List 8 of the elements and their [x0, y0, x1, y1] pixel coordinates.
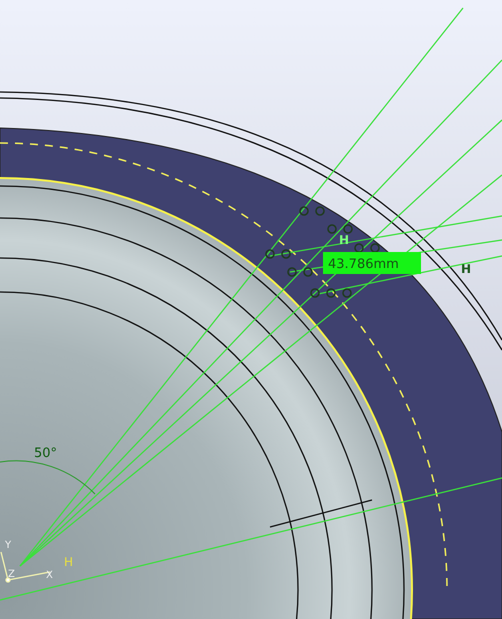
- axis-triad-drawing: [0, 552, 50, 583]
- axis-label: X: [46, 570, 53, 581]
- dimension-tag[interactable]: 43.786mm: [323, 252, 421, 274]
- angle-dimension[interactable]: 50°: [34, 446, 58, 461]
- axis-label: Y: [5, 540, 12, 551]
- horizontal-constraint-label: H: [461, 262, 472, 276]
- axis-label: Z: [8, 569, 15, 580]
- horizontal-constraint-label: H: [64, 555, 74, 569]
